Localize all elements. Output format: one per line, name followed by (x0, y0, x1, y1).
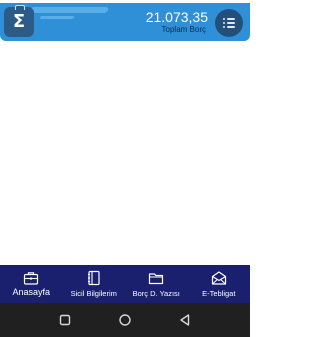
nav-item-anasayfa[interactable]: Anasayfa (0, 265, 63, 303)
folder-icon (149, 273, 164, 285)
system-navigation-bar (0, 303, 250, 337)
total-debt-label: Toplam Borç (161, 25, 206, 34)
header-bar: Σ 21.073,35 Toplam Borç (0, 3, 250, 41)
menu-button[interactable] (215, 9, 243, 37)
back-triangle-icon[interactable] (177, 312, 193, 328)
header-decoration (28, 7, 110, 13)
bottom-navigation: Anasayfa Sicil Bilgilerim Borç D. Yazısı (0, 265, 250, 303)
nav-item-e-tebligat[interactable]: E-Tebligat (188, 265, 251, 303)
nav-label: Anasayfa (12, 287, 51, 297)
nav-item-borc-d-yazisi[interactable]: Borç D. Yazısı (125, 265, 188, 303)
briefcase-icon (24, 272, 39, 285)
recents-square-icon[interactable] (57, 312, 73, 328)
header-decoration (39, 16, 75, 19)
home-circle-icon[interactable] (117, 312, 133, 328)
envelope-icon (211, 271, 226, 285)
list-menu-icon (223, 18, 235, 20)
nav-item-sicil-bilgilerim[interactable]: Sicil Bilgilerim (63, 265, 126, 303)
total-debt-amount: 21.073,35 (145, 9, 208, 25)
app-screen: Σ 21.073,35 Toplam Borç Anasayfa Sicil B… (0, 0, 250, 337)
sigma-briefcase-icon[interactable]: Σ (4, 5, 34, 37)
notebook-icon (87, 270, 100, 286)
main-content (0, 41, 250, 265)
nav-label: Borç D. Yazısı (132, 289, 180, 298)
nav-label: Sicil Bilgilerim (70, 289, 117, 298)
briefcase-handle (15, 5, 25, 10)
nav-label: E-Tebligat (202, 289, 236, 298)
